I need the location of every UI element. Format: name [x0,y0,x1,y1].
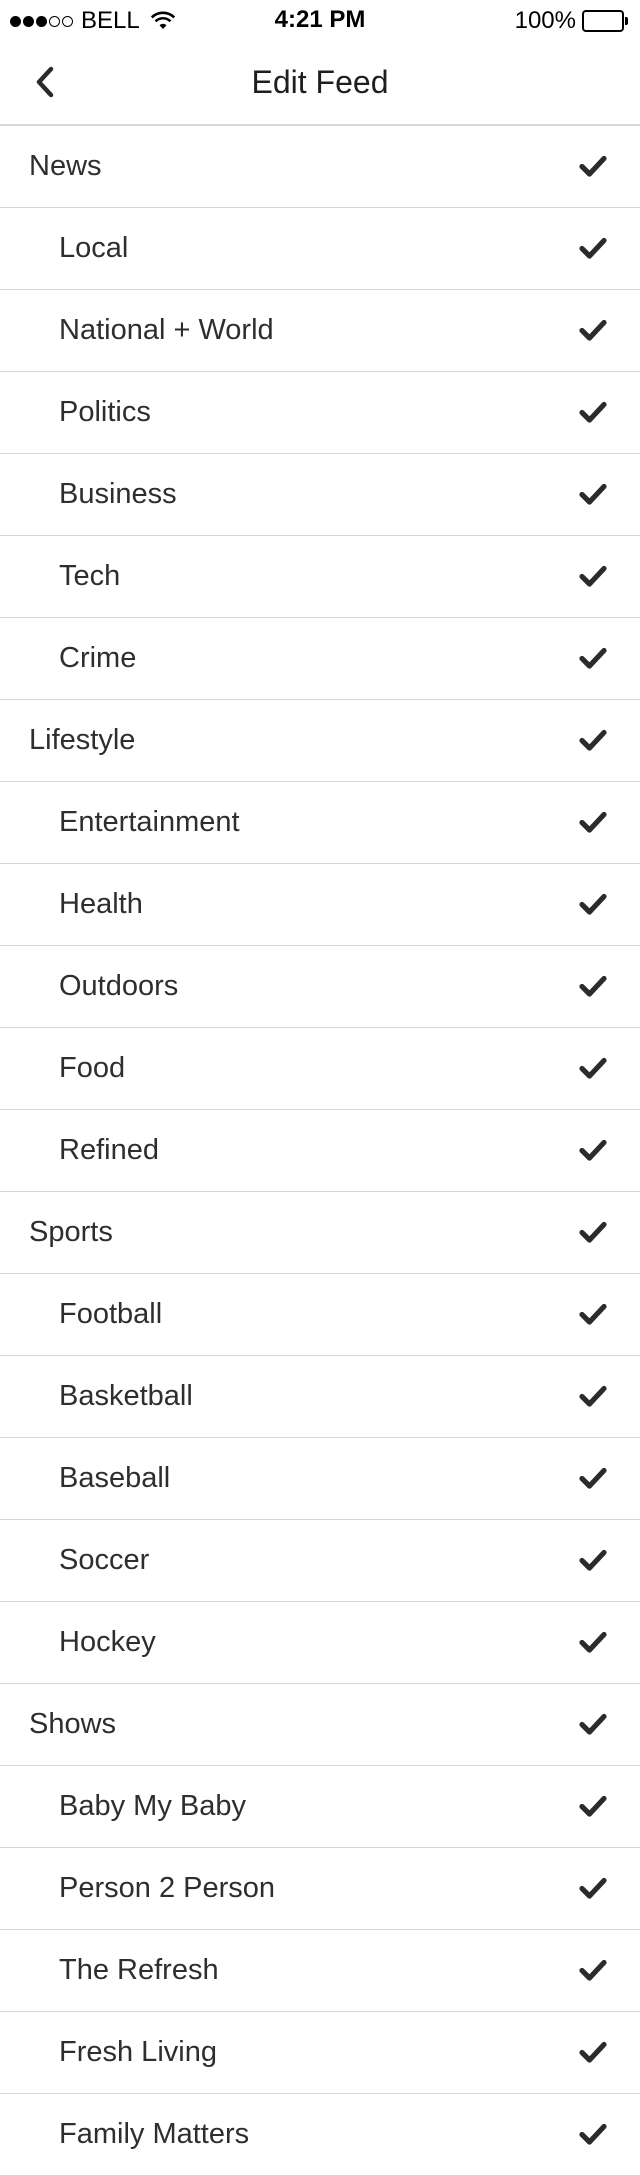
feed-item-soccer[interactable]: Soccer [0,1520,640,1602]
feed-item-label: National + World [59,314,274,346]
feed-item-label: Baby My Baby [59,1790,246,1822]
feed-item-baseball[interactable]: Baseball [0,1438,640,1520]
checkmark-icon [579,1303,607,1325]
checkmark-icon [579,1221,607,1243]
checkmark-icon [579,1877,607,1899]
feed-item-label: News [29,150,102,182]
feed-item-basketball[interactable]: Basketball [0,1356,640,1438]
feed-item-label: Family Matters [59,2118,250,2150]
checkmark-icon [579,155,607,177]
feed-item-label: Fresh Living [59,2036,217,2068]
feed-category-news[interactable]: News [0,126,640,208]
feed-item-refined[interactable]: Refined [0,1110,640,1192]
feed-item-label: Soccer [59,1544,150,1576]
nav-bar: Edit Feed [0,40,640,126]
feed-item-person-2-person[interactable]: Person 2 Person [0,1848,640,1930]
checkmark-icon [579,1795,607,1817]
feed-category-shows[interactable]: Shows [0,1684,640,1766]
feed-item-local[interactable]: Local [0,208,640,290]
checkmark-icon [579,1631,607,1653]
checkmark-icon [579,237,607,259]
feed-item-entertainment[interactable]: Entertainment [0,782,640,864]
checkmark-icon [579,1467,607,1489]
status-right: 100% [515,7,630,35]
feed-item-label: Football [59,1298,163,1330]
checkmark-icon [579,1549,607,1571]
feed-item-label: Crime [59,642,137,674]
checkmark-icon [579,2041,607,2063]
battery-percent: 100% [514,7,576,34]
checkmark-icon [579,2123,607,2145]
feed-item-tech[interactable]: Tech [0,536,640,618]
feed-category-lifestyle[interactable]: Lifestyle [0,700,640,782]
checkmark-icon [579,811,607,833]
feed-item-outdoors[interactable]: Outdoors [0,946,640,1028]
feed-item-label: Basketball [59,1380,193,1412]
feed-item-fresh-living[interactable]: Fresh Living [0,2012,640,2094]
checkmark-icon [579,893,607,915]
feed-item-business[interactable]: Business [0,454,640,536]
feed-item-label: Food [59,1052,126,1084]
feed-item-crime[interactable]: Crime [0,618,640,700]
feed-item-hockey[interactable]: Hockey [0,1602,640,1684]
feed-item-label: Entertainment [59,806,240,838]
checkmark-icon [579,1385,607,1407]
feed-item-label: Lifestyle [29,724,136,756]
checkmark-icon [579,1139,607,1161]
feed-item-football[interactable]: Football [0,1274,640,1356]
feed-item-baby-my-baby[interactable]: Baby My Baby [0,1766,640,1848]
feed-item-family-matters[interactable]: Family Matters [0,2094,640,2176]
feed-item-label: Shows [29,1708,117,1740]
checkmark-icon [579,319,607,341]
feed-item-label: Business [59,478,177,510]
battery-tip [625,17,628,25]
feed-item-label: Politics [59,396,151,428]
feed-item-label: Tech [59,560,121,592]
checkmark-icon [579,1713,607,1735]
checkmark-icon [579,483,607,505]
feed-item-the-refresh[interactable]: The Refresh [0,1930,640,2012]
checkmark-icon [579,647,607,669]
feed-item-label: Hockey [59,1626,156,1658]
feed-item-national-world[interactable]: National + World [0,290,640,372]
page-title: Edit Feed [251,64,389,100]
checkmark-icon [579,729,607,751]
checkmark-icon [579,975,607,997]
feed-item-food[interactable]: Food [0,1028,640,1110]
feed-item-label: Outdoors [59,970,179,1002]
checkmark-icon [579,565,607,587]
feed-item-label: Baseball [59,1462,171,1494]
feed-item-label: Health [59,888,143,920]
feed-category-sports[interactable]: Sports [0,1192,640,1274]
feed-item-politics[interactable]: Politics [0,372,640,454]
battery-body [582,10,624,32]
status-bar: BELL 4:21 PM 100% [0,0,640,40]
feed-item-label: Sports [29,1216,113,1248]
feed-item-label: Local [59,232,129,264]
feed-list: News Local National + World Politics Busines… [0,126,640,2176]
feed-item-health[interactable]: Health [0,864,640,946]
feed-item-label: The Refresh [59,1954,219,1986]
checkmark-icon [579,401,607,423]
checkmark-icon [579,1057,607,1079]
checkmark-icon [579,1959,607,1981]
feed-item-label: Person 2 Person [59,1872,276,1904]
battery-icon [582,10,630,32]
feed-item-label: Refined [59,1134,159,1166]
